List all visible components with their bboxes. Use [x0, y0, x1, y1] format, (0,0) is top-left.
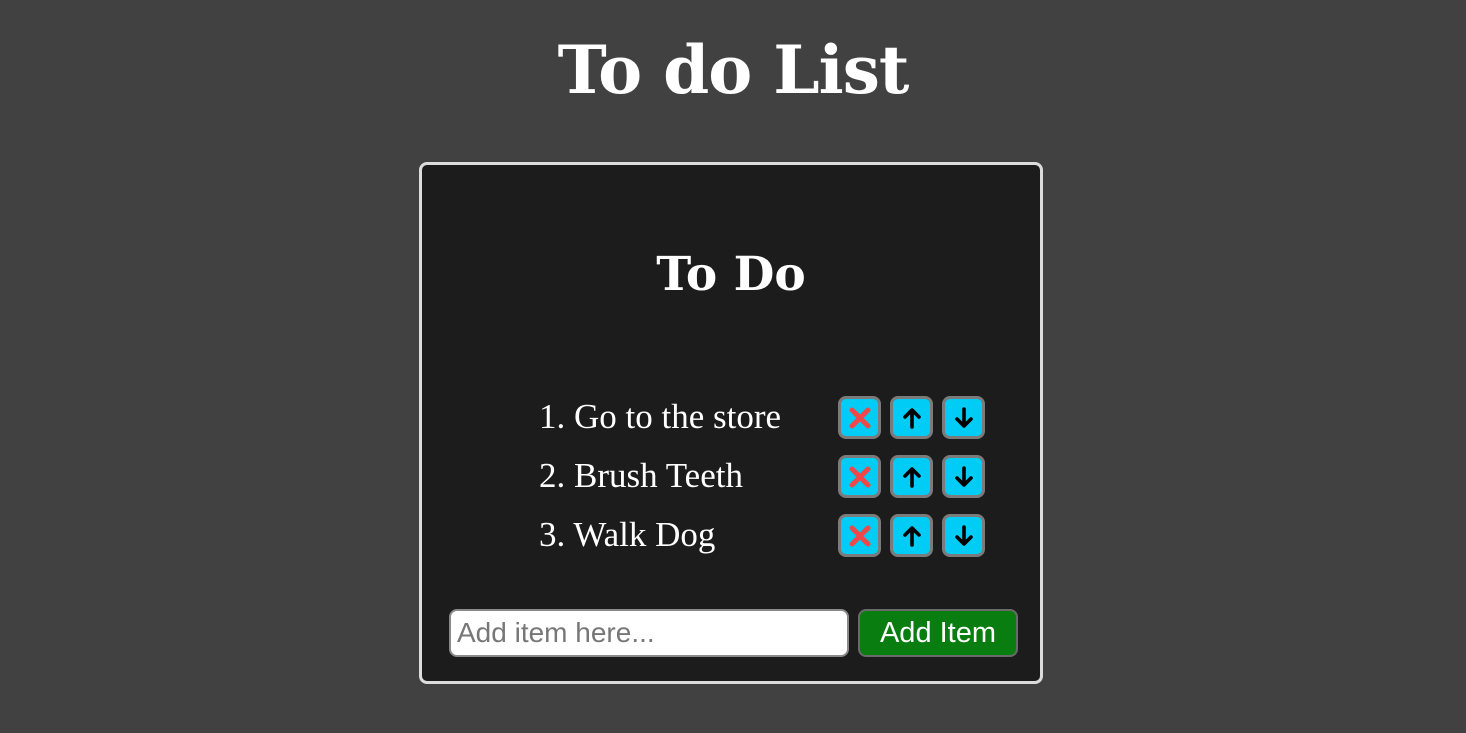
delete-item-button[interactable]	[838, 514, 881, 557]
delete-item-button[interactable]	[838, 455, 881, 498]
arrow-up-icon	[902, 525, 921, 547]
todo-item: 2. Brush Teeth	[539, 450, 989, 509]
add-item-input[interactable]	[449, 609, 849, 657]
todo-item: 3. Walk Dog	[539, 509, 989, 568]
arrow-up-icon	[902, 466, 921, 488]
todo-item-text: 3. Walk Dog	[539, 513, 715, 557]
todo-item: 1. Go to the store	[539, 391, 989, 450]
move-up-button[interactable]	[890, 455, 933, 498]
page-title: To do List	[557, 31, 910, 109]
arrow-down-icon	[954, 524, 973, 546]
move-up-button[interactable]	[890, 396, 933, 439]
todo-item-number: 1.	[539, 397, 566, 436]
card-title: To Do	[656, 247, 806, 302]
close-icon	[849, 407, 870, 428]
move-down-button[interactable]	[942, 455, 985, 498]
close-icon	[849, 466, 870, 487]
arrow-up-icon	[902, 407, 921, 429]
delete-item-button[interactable]	[838, 396, 881, 439]
todo-item-number: 3.	[539, 515, 566, 554]
todo-list: 1. Go to the store 2. Brush Teeth 3. Wal…	[539, 391, 989, 568]
todo-item-label: Go to the store	[574, 397, 782, 436]
todo-item-text: 1. Go to the store	[539, 395, 781, 439]
arrow-down-icon	[954, 406, 973, 428]
todo-item-text: 2. Brush Teeth	[539, 454, 743, 498]
move-up-button[interactable]	[890, 514, 933, 557]
todo-item-label: Brush Teeth	[574, 456, 743, 495]
add-item-button[interactable]: Add Item	[858, 609, 1018, 657]
close-icon	[849, 525, 870, 546]
todo-item-label: Walk Dog	[573, 515, 716, 554]
move-down-button[interactable]	[942, 514, 985, 557]
arrow-down-icon	[954, 465, 973, 487]
todo-item-number: 2.	[539, 456, 566, 495]
todo-card: To Do 1. Go to the store 2. Brush Teeth	[419, 162, 1043, 684]
move-down-button[interactable]	[942, 396, 985, 439]
